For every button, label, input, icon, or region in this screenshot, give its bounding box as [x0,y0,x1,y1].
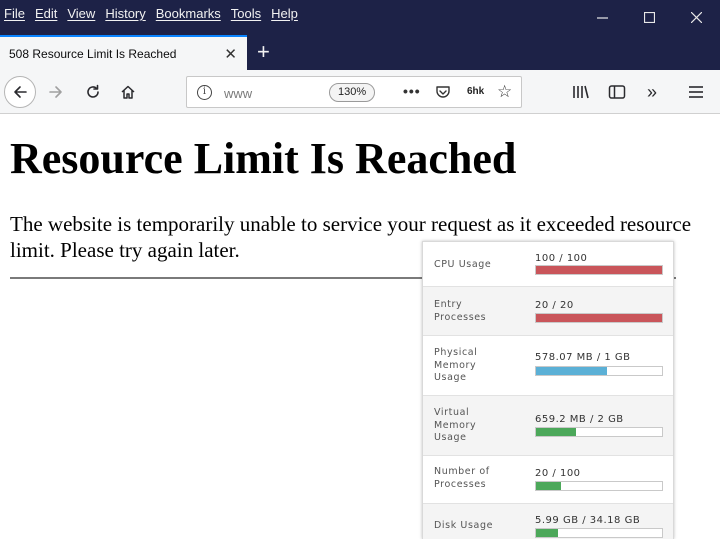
minimize-button[interactable] [579,0,626,35]
resource-bar-fill [536,529,559,537]
forward-button[interactable] [42,78,70,106]
url-text[interactable]: www [224,86,252,101]
menu-help[interactable]: Help [271,6,298,21]
hamburger-icon [689,86,703,98]
resource-row-cpu: CPU Usage 100 / 100 [423,242,673,287]
tab-strip: 508 Resource Limit Is Reached ✕ + [0,35,720,70]
sidebar-toggle-button[interactable] [603,78,631,106]
resource-bar [535,265,663,275]
library-button[interactable] [567,78,595,106]
menu-tools[interactable]: Tools [231,6,261,21]
resource-label: Entry Processes [434,299,487,323]
bookmark-star-icon[interactable]: ☆ [497,82,512,102]
reload-icon [87,84,99,98]
main-menu-button[interactable] [682,78,710,106]
resource-value: 100 / 100 [535,253,588,264]
title-bar: File Edit View History Bookmarks Tools H… [0,0,720,35]
resource-value: 5.99 GB / 34.18 GB [535,515,641,526]
resource-label: Physical Memory Usage [434,347,478,383]
maximize-button[interactable] [626,0,673,35]
maximize-icon [644,12,655,23]
resource-bar-fill [536,314,662,322]
home-button[interactable] [114,78,142,106]
home-icon [121,85,135,99]
back-button[interactable] [4,76,36,108]
resource-usage-panel: CPU Usage 100 / 100 Entry Processes 20 /… [422,241,674,539]
resource-bar [535,366,663,376]
resource-bar-fill [536,482,562,490]
overflow-menu-button[interactable]: » [638,78,666,106]
extension-icon[interactable]: 6hk [467,86,484,97]
resource-bar-fill [536,266,662,274]
reload-button[interactable] [79,78,107,106]
menu-bookmarks[interactable]: Bookmarks [156,6,221,21]
resource-label: CPU Usage [434,259,492,270]
pocket-icon[interactable] [435,84,451,105]
resource-bar [535,481,663,491]
window-controls [579,0,720,35]
page-actions-menu-icon[interactable]: ••• [403,83,421,99]
resource-bar [535,313,663,323]
menu-edit[interactable]: Edit [35,6,57,21]
address-bar[interactable]: i www 130% ••• 6hk ☆ [186,76,522,108]
resource-label: Disk Usage [434,520,494,531]
close-icon [691,12,702,23]
forward-arrow-icon [49,86,62,98]
menu-view[interactable]: View [67,6,95,21]
back-arrow-icon [14,86,27,98]
tab-active[interactable]: 508 Resource Limit Is Reached ✕ [0,35,247,70]
menu-file[interactable]: File [4,6,25,21]
resource-row-entry-processes: Entry Processes 20 / 20 [423,287,673,336]
menu-history[interactable]: History [105,6,145,21]
resource-value: 659.2 MB / 2 GB [535,414,624,425]
site-info-icon[interactable]: i [197,85,212,100]
resource-row-physical-memory: Physical Memory Usage 578.07 MB / 1 GB [423,336,673,396]
resource-row-number-of-processes: Number of Processes 20 / 100 [423,456,673,504]
resource-bar [535,427,663,437]
new-tab-button[interactable]: + [257,40,270,64]
resource-bar [535,528,663,538]
zoom-level-badge[interactable]: 130% [329,83,376,102]
resource-label: Number of Processes [434,466,490,490]
resource-bar-fill [536,428,577,436]
library-icon [573,85,589,99]
close-window-button[interactable] [673,0,720,35]
tab-title: 508 Resource Limit Is Reached [9,47,177,61]
minimize-icon [597,17,608,19]
resource-bar-fill [536,367,608,375]
tab-close-icon[interactable]: ✕ [224,45,237,63]
resource-label: Virtual Memory Usage [434,407,477,443]
menu-bar: File Edit View History Bookmarks Tools H… [4,6,308,21]
resource-row-virtual-memory: Virtual Memory Usage 659.2 MB / 2 GB [423,396,673,456]
resource-value: 578.07 MB / 1 GB [535,352,631,363]
resource-row-disk-usage: Disk Usage 5.99 GB / 34.18 GB [423,504,673,539]
resource-value: 20 / 100 [535,468,581,479]
navigation-toolbar: i www 130% ••• 6hk ☆ » [0,70,720,114]
resource-value: 20 / 20 [535,300,574,311]
page-title: Resource Limit Is Reached [10,134,517,183]
sidebar-icon [608,85,626,99]
